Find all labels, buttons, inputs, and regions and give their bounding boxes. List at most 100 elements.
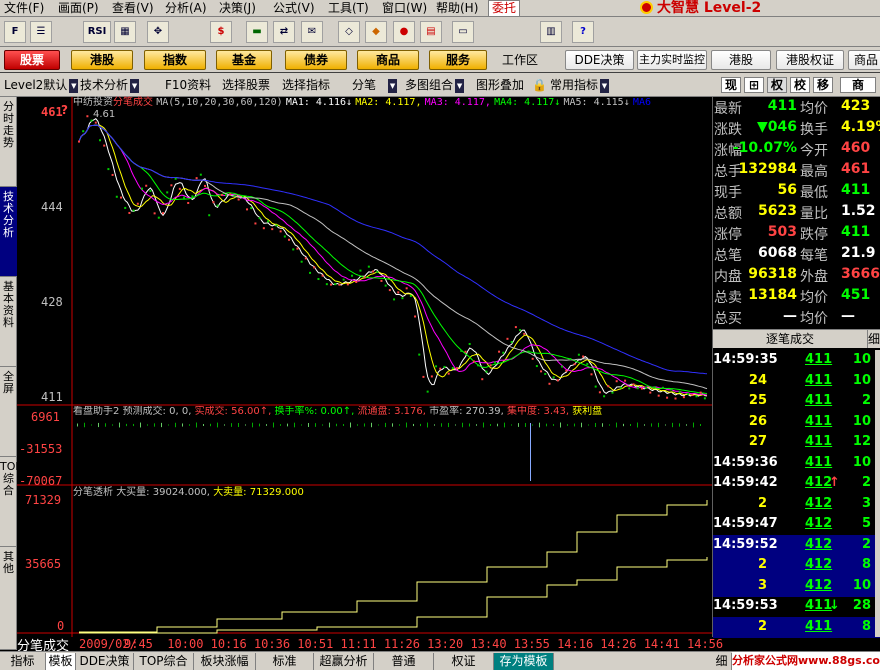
quote-label: 均价: [800, 101, 828, 117]
bt-detail[interactable]: 细: [712, 653, 732, 670]
dropdown-icon: ▼: [130, 79, 140, 93]
menu-decision[interactable]: 决策(J): [219, 0, 256, 17]
entrust-button[interactable]: 委托: [488, 0, 521, 17]
menu-formula[interactable]: 公式(V): [273, 0, 315, 17]
vol-ytick-1: 71329: [25, 493, 62, 507]
bt-sector[interactable]: 板块涨幅: [194, 653, 256, 670]
level2-default[interactable]: Level2默认 ▼: [4, 76, 79, 94]
bt-dde[interactable]: DDE决策: [76, 653, 134, 670]
nav-stock[interactable]: 股票: [4, 50, 60, 70]
grid-icon[interactable]: ▦: [114, 21, 136, 43]
nav-hk-warrant[interactable]: 港股权证: [776, 50, 844, 70]
mail-icon[interactable]: ✉: [301, 21, 323, 43]
nav-commodity[interactable]: 商品: [357, 50, 419, 70]
tab-intraday[interactable]: 分时走势: [0, 97, 17, 187]
ticks-header[interactable]: 逐笔成交: [713, 330, 867, 348]
indicator-bar: [329, 422, 330, 428]
overlay[interactable]: 图形叠加: [476, 76, 524, 94]
price-mark: [388, 289, 391, 292]
indicator-bar: [91, 424, 92, 426]
quote-value: 6068: [758, 245, 797, 261]
nav-hk[interactable]: 港股: [71, 50, 133, 70]
nav-hk2[interactable]: 港股: [711, 50, 771, 70]
price-mark: [472, 360, 475, 363]
tab-quan[interactable]: 权: [767, 77, 787, 93]
select-indicator[interactable]: 选择指标: [282, 76, 330, 94]
tech-analysis[interactable]: 技术分析 ▼: [80, 76, 140, 94]
logo-text: 大智慧 Level-2: [657, 0, 762, 16]
diamond-filled-icon[interactable]: ◆: [365, 21, 387, 43]
diamond-icon[interactable]: ◇: [338, 21, 360, 43]
tab-grid[interactable]: ⊞: [744, 77, 764, 93]
nav-index[interactable]: 指数: [144, 50, 206, 70]
price-mark: [120, 196, 123, 199]
bars-icon[interactable]: ▬: [246, 21, 268, 43]
bt-normal[interactable]: 普通: [374, 653, 434, 670]
chart-svg[interactable]: [17, 97, 712, 637]
nav-bond[interactable]: 债券: [285, 50, 347, 70]
tab-fundamental[interactable]: 基本资料: [0, 277, 17, 367]
nav-service[interactable]: 服务: [429, 50, 487, 70]
menu-window[interactable]: 窗口(W): [382, 0, 427, 17]
nav-monitor[interactable]: 主力实时监控: [637, 50, 707, 70]
price-mark: [220, 193, 223, 196]
bt-super[interactable]: 超赢分析: [314, 653, 374, 670]
move-icon[interactable]: ✥: [147, 21, 169, 43]
question-icon[interactable]: ?: [61, 103, 68, 117]
bt-standard[interactable]: 标准: [256, 653, 314, 670]
bt-warrant[interactable]: 权证: [434, 653, 494, 670]
exchange-icon[interactable]: ⇄: [273, 21, 295, 43]
ticks-detail-button[interactable]: 细: [867, 330, 880, 348]
bt-template[interactable]: 模板: [46, 653, 76, 670]
books-icon[interactable]: ▥: [540, 21, 562, 43]
indicator-bar: [623, 423, 624, 427]
bt-indicator[interactable]: 指标: [0, 653, 46, 670]
nav-commodity2[interactable]: 商品: [848, 50, 880, 70]
price-mark: [632, 383, 635, 386]
menu-view-screen[interactable]: 画面(P): [58, 0, 99, 17]
tab-fullscreen[interactable]: 全屏: [0, 367, 17, 457]
bt-save-template[interactable]: 存为模板: [494, 653, 554, 670]
circle-icon[interactable]: ●: [393, 21, 415, 43]
tab-xian[interactable]: 现: [721, 77, 741, 93]
tab-xiao[interactable]: 校: [790, 77, 810, 93]
indicator-profit: 获利盘: [572, 406, 603, 417]
tab-other[interactable]: 其他: [0, 547, 17, 650]
list-icon[interactable]: ☰: [30, 21, 52, 43]
tick-volume: 10: [852, 454, 871, 470]
tab-technical[interactable]: 技术分析: [0, 187, 17, 277]
quote-value: 1.52: [841, 203, 876, 219]
f-icon[interactable]: F: [4, 21, 26, 43]
price-mark: [640, 387, 643, 390]
f10-data[interactable]: F10资料: [165, 76, 211, 94]
tab-top[interactable]: TOP综合: [0, 457, 22, 547]
calendar-icon[interactable]: ▤: [420, 21, 442, 43]
dollar-icon[interactable]: $: [210, 21, 232, 43]
common-indicator[interactable]: 🔒 常用指标 ▼: [532, 76, 609, 94]
price-mark: [649, 391, 652, 394]
help-icon[interactable]: ?: [572, 21, 594, 43]
ind-ytick-2: -31553: [19, 442, 63, 456]
menu-help[interactable]: 帮助(H): [436, 0, 478, 17]
price-mark: [552, 376, 555, 379]
menu-analysis[interactable]: 分析(A): [165, 0, 207, 17]
menu-tools[interactable]: 工具(T): [328, 0, 369, 17]
scrollbar[interactable]: [875, 350, 880, 637]
price-mark: [292, 248, 295, 251]
quote-value: 411: [841, 224, 871, 240]
menu-view[interactable]: 查看(V): [112, 0, 154, 17]
tick-time: 25: [748, 393, 767, 408]
nav-fund[interactable]: 基金: [216, 50, 272, 70]
window-icon[interactable]: ▭: [452, 21, 474, 43]
bt-top[interactable]: TOP综合: [134, 653, 194, 670]
nav-dde[interactable]: DDE决策: [565, 50, 634, 70]
chart-area[interactable]: 中纺投资分笔成交 MA(5,10,20,30,60,120) MA1: 4.11…: [17, 97, 712, 637]
select-stock[interactable]: 选择股票: [222, 76, 270, 94]
rsi-icon[interactable]: RSI: [83, 21, 111, 43]
price-mark: [477, 364, 480, 367]
tab-shang[interactable]: 商: [840, 77, 876, 93]
menu-file[interactable]: 文件(F): [4, 0, 44, 17]
tick-mode[interactable]: 分笔 ▼: [352, 76, 398, 94]
tab-yi[interactable]: 移: [813, 77, 833, 93]
multi-chart[interactable]: 多图组合 ▼: [405, 76, 465, 94]
